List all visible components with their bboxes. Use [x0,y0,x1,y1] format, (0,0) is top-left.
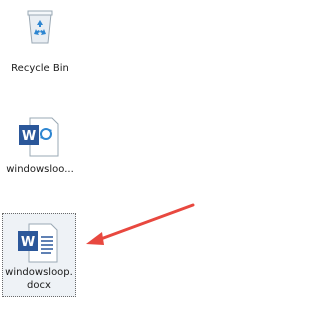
annotation-arrow-icon [86,203,195,245]
desktop: Recycle Bin W windowsloo... W windowsloo… [0,0,247,326]
